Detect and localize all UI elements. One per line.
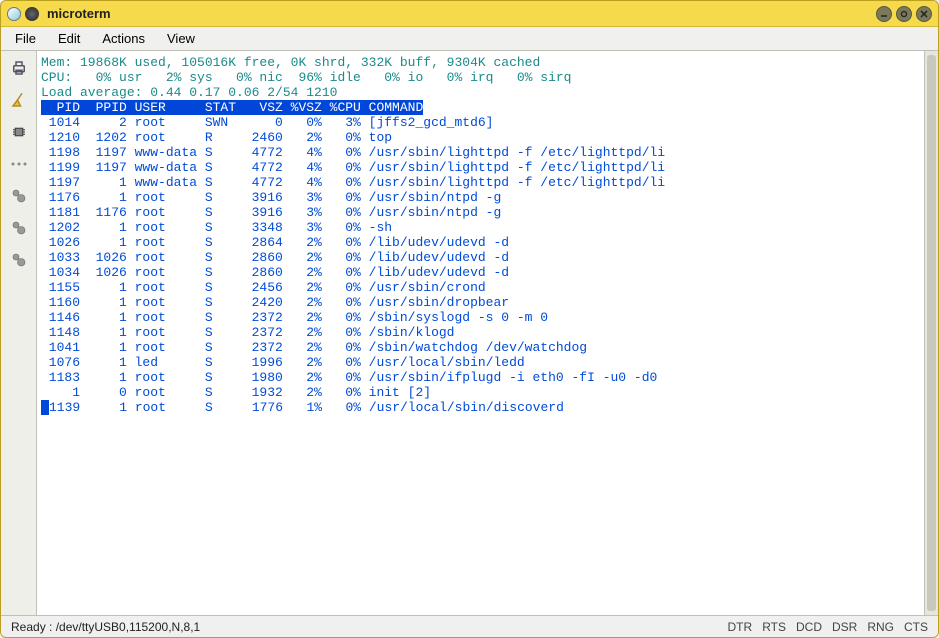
terminal-wrap: Mem: 19868K used, 105016K free, 0K shrd,… <box>37 51 938 615</box>
menu-file[interactable]: File <box>5 29 46 48</box>
process-row: 1146 1 root S 2372 2% 0% /sbin/syslogd -… <box>41 310 548 325</box>
process-row: 1198 1197 www-data S 4772 4% 0% /usr/sbi… <box>41 145 665 160</box>
close-button[interactable] <box>916 6 932 22</box>
process-row: 1155 1 root S 2456 2% 0% /usr/sbin/crond <box>41 280 486 295</box>
minimize-button[interactable] <box>876 6 892 22</box>
process-row: 1 0 root S 1932 2% 0% init [2] <box>41 385 431 400</box>
indicator-dtr: DTR <box>728 620 753 634</box>
indicator-dsr: DSR <box>832 620 857 634</box>
chip-icon[interactable] <box>8 121 30 143</box>
menu-view[interactable]: View <box>157 29 205 48</box>
app-window: microterm File Edit Actions View Mem: 19… <box>0 0 939 638</box>
indicator-cts: CTS <box>904 620 928 634</box>
terminal-output[interactable]: Mem: 19868K used, 105016K free, 0K shrd,… <box>37 51 924 615</box>
printer-icon[interactable] <box>8 57 30 79</box>
app-icon-1 <box>7 7 21 21</box>
indicator-rng: RNG <box>867 620 894 634</box>
process-row: 1076 1 led S 1996 2% 0% /usr/local/sbin/… <box>41 355 525 370</box>
process-row: 1148 1 root S 2372 2% 0% /sbin/klogd <box>41 325 454 340</box>
window-title: microterm <box>47 6 111 21</box>
process-row: 1026 1 root S 2864 2% 0% /lib/udev/udevd… <box>41 235 509 250</box>
app-icon-2 <box>25 7 39 21</box>
indicator-rts: RTS <box>762 620 786 634</box>
process-row: 1176 1 root S 3916 3% 0% /usr/sbin/ntpd … <box>41 190 501 205</box>
process-row: 1139 1 root S 1776 1% 0% /usr/local/sbin… <box>49 400 564 415</box>
cpu-line: CPU: 0% usr 2% sys 0% nic 96% idle 0% io… <box>41 70 572 85</box>
status-left: Ready : /dev/ttyUSB0,115200,N,8,1 <box>11 620 200 634</box>
process-row: 1181 1176 root S 3916 3% 0% /usr/sbin/nt… <box>41 205 501 220</box>
vertical-scrollbar[interactable] <box>924 51 938 615</box>
process-row: 1041 1 root S 2372 2% 0% /sbin/watchdog … <box>41 340 587 355</box>
process-row: 1202 1 root S 3348 3% 0% -sh <box>41 220 392 235</box>
mem-line: Mem: 19868K used, 105016K free, 0K shrd,… <box>41 55 540 70</box>
process-row: 1210 1202 root R 2460 2% 0% top <box>41 130 392 145</box>
process-row: 1199 1197 www-data S 4772 4% 0% /usr/sbi… <box>41 160 665 175</box>
main-area: Mem: 19868K used, 105016K free, 0K shrd,… <box>1 51 938 615</box>
menu-actions[interactable]: Actions <box>92 29 155 48</box>
statusbar: Ready : /dev/ttyUSB0,115200,N,8,1 DTR RT… <box>1 615 938 637</box>
menubar: File Edit Actions View <box>1 27 938 51</box>
process-row: 1183 1 root S 1980 2% 0% /usr/sbin/ifplu… <box>41 370 657 385</box>
left-toolbar <box>1 51 37 615</box>
process-row: 1197 1 www-data S 4772 4% 0% /usr/sbin/l… <box>41 175 665 190</box>
menu-edit[interactable]: Edit <box>48 29 90 48</box>
column-header: PID PPID USER STAT VSZ %VSZ %CPU COMMAND <box>41 100 423 115</box>
process-row: 1034 1026 root S 2860 2% 0% /lib/udev/ud… <box>41 265 509 280</box>
process-row: 1033 1026 root S 2860 2% 0% /lib/udev/ud… <box>41 250 509 265</box>
scrollbar-thumb[interactable] <box>927 55 936 611</box>
dots-icon[interactable] <box>8 153 30 175</box>
process-row: 1014 2 root SWN 0 0% 3% [jffs2_gcd_mtd6] <box>41 115 493 130</box>
cursor <box>41 400 49 415</box>
maximize-button[interactable] <box>896 6 912 22</box>
process-row: 1160 1 root S 2420 2% 0% /usr/sbin/dropb… <box>41 295 509 310</box>
load-line: Load average: 0.44 0.17 0.06 2/54 1210 <box>41 85 337 100</box>
broom-icon[interactable] <box>8 89 30 111</box>
titlebar-app-icons <box>7 7 39 21</box>
indicator-dcd: DCD <box>796 620 822 634</box>
titlebar[interactable]: microterm <box>1 1 938 27</box>
gears1-icon[interactable] <box>8 185 30 207</box>
gears3-icon[interactable] <box>8 249 30 271</box>
gears2-icon[interactable] <box>8 217 30 239</box>
